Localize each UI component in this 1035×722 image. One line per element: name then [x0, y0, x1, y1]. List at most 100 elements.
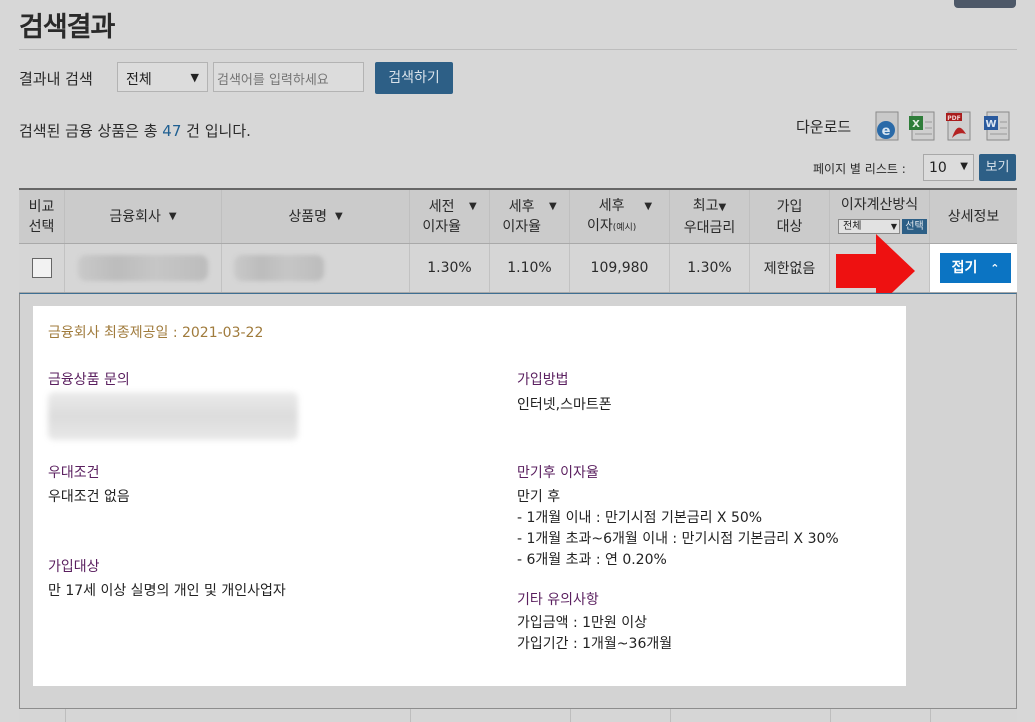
th-compare-line1: 비교 — [28, 198, 55, 215]
inquiry-title: 금융상품 문의 — [48, 372, 130, 388]
excel-icon[interactable]: X — [907, 110, 937, 144]
column-separator — [670, 709, 671, 722]
td-aftertax-rate: 1.10% — [490, 244, 570, 292]
notes-line: 가입금액 : 1만원 이상 — [517, 615, 648, 631]
page-title: 검색결과 — [19, 12, 115, 43]
per-page-value: 10 — [929, 160, 947, 176]
td-company — [65, 244, 222, 292]
th-interest-word: 이자 — [586, 217, 613, 234]
detail-card: 금융회사 최종제공일 : 2021-03-22 금융상품 문의 가입방법 인터넷… — [33, 306, 906, 686]
th-company[interactable]: 금융회사 ▼ — [65, 190, 222, 243]
th-detail: 상세정보 — [930, 190, 1017, 243]
inquiry-contact-redacted — [48, 392, 298, 440]
result-count-number: 47 — [162, 122, 182, 140]
th-target-line1: 가입 — [776, 198, 803, 215]
sort-down-icon: ▼ — [168, 210, 177, 222]
th-aftertax-line1: 세후 — [508, 198, 535, 215]
svg-text:PDF: PDF — [947, 115, 960, 122]
calc-method-button[interactable]: 선택 — [902, 219, 927, 234]
maturity-line: - 1개월 초과~6개월 이내 : 만기시점 기본금리 X 30% — [517, 531, 839, 547]
preferential-value: 우대조건 없음 — [48, 489, 130, 505]
search-scope-select[interactable]: 전체 ▼ — [117, 62, 208, 92]
fold-button-label: 접기 — [951, 260, 978, 276]
th-interest-note: (예시) — [612, 222, 637, 233]
column-separator — [65, 709, 66, 722]
sort-down-icon: ▼ — [468, 200, 477, 212]
th-aftertax-line2: 이자율 — [502, 218, 541, 235]
preferential-title: 우대조건 — [48, 465, 100, 481]
chevron-up-icon: ⌃ — [990, 262, 1000, 275]
th-max-line2: 우대금리 — [683, 219, 736, 236]
title-divider — [19, 49, 1017, 50]
word-icon[interactable]: W — [982, 110, 1012, 144]
provided-date: 금융회사 최종제공일 : 2021-03-22 — [48, 325, 264, 341]
notes-line: 가입기간 : 1개월~36개월 — [517, 636, 673, 652]
search-scope-value: 전체 — [126, 72, 152, 88]
result-count-suffix: 건 입니다. — [186, 122, 251, 140]
column-separator — [570, 709, 571, 722]
td-compare — [19, 244, 65, 292]
td-product — [222, 244, 410, 292]
th-product[interactable]: 상품명 ▼ — [222, 190, 410, 243]
th-target-line2: 대상 — [776, 218, 803, 235]
maturity-line: - 6개월 초과 : 연 0.20% — [517, 552, 667, 568]
th-aftertax-interest[interactable]: 세후 이자(예시) ▼ — [570, 190, 670, 243]
th-interest-text: 세후 이자(예시) — [587, 196, 636, 238]
td-max-rate: 1.30% — [670, 244, 750, 292]
th-target: 가입 대상 — [750, 190, 830, 243]
search-input[interactable] — [213, 62, 364, 92]
chevron-down-icon: ▼ — [960, 161, 968, 172]
per-page-select[interactable]: 10 ▼ — [923, 154, 974, 181]
compare-checkbox[interactable] — [31, 258, 52, 278]
th-compare-line2: 선택 — [28, 218, 55, 235]
chevron-down-icon: ▼ — [890, 222, 897, 231]
th-max-rate[interactable]: 최고▼ 우대금리 — [670, 190, 750, 243]
calc-method-select[interactable]: 전체 ▼ — [838, 219, 900, 234]
th-company-label: 금융회사 — [109, 208, 161, 225]
th-aftertax-text: 세후 이자율 — [502, 197, 541, 237]
svg-text:e: e — [882, 124, 891, 139]
svg-text:W: W — [985, 119, 996, 130]
th-calc-label: 이자계산방식 — [840, 197, 919, 213]
sort-down-icon: ▼ — [548, 200, 557, 212]
search-button[interactable]: 검색하기 — [375, 62, 453, 94]
th-max-line1-wrap: 최고▼ — [693, 196, 726, 218]
next-row-edge — [19, 709, 1017, 722]
td-aftertax-interest: 109,980 — [570, 244, 670, 292]
td-target: 제한없음 — [750, 244, 830, 292]
company-name-redacted — [78, 255, 208, 281]
fold-button[interactable]: 접기 ⌃ — [940, 253, 1011, 283]
sort-down-icon: ▼ — [718, 201, 727, 213]
result-count: 검색된 금융 상품은 총 47 건 입니다. — [19, 120, 251, 141]
th-pretax-rate[interactable]: 세전 이자율 ▼ — [410, 190, 490, 243]
td-pretax-rate: 1.30% — [410, 244, 490, 292]
th-compare: 비교 선택 — [19, 190, 65, 243]
notes-title: 기타 유의사항 — [517, 592, 599, 608]
view-button[interactable]: 보기 — [979, 154, 1016, 181]
th-interest-line1: 세후 — [598, 197, 625, 214]
download-label: 다운로드 — [796, 118, 852, 136]
column-separator — [830, 709, 831, 722]
chevron-down-icon: ▼ — [190, 71, 199, 84]
maturity-title: 만기후 이자율 — [517, 465, 599, 481]
th-pretax-text: 세전 이자율 — [422, 197, 461, 237]
product-name-redacted[interactable] — [234, 255, 324, 281]
th-detail-label: 상세정보 — [947, 208, 1000, 225]
sort-down-icon: ▼ — [644, 200, 653, 212]
column-separator — [930, 709, 931, 722]
th-product-label: 상품명 — [288, 208, 327, 225]
result-count-prefix: 검색된 금융 상품은 총 — [19, 122, 158, 140]
th-pretax-line1: 세전 — [428, 198, 455, 215]
th-aftertax-rate[interactable]: 세후 이자율 ▼ — [490, 190, 570, 243]
column-separator — [410, 709, 411, 722]
th-pretax-line2: 이자율 — [422, 218, 461, 235]
ie-icon[interactable]: e — [873, 110, 903, 144]
svg-text:X: X — [912, 119, 920, 130]
join-method-value: 인터넷,스마트폰 — [517, 397, 612, 413]
search-label: 결과내 검색 — [19, 70, 93, 88]
maturity-line: 만기 후 — [517, 489, 561, 505]
sort-down-icon: ▼ — [334, 210, 343, 222]
pdf-icon[interactable]: PDF — [944, 110, 974, 144]
th-interest-line2: 이자(예시) — [587, 216, 636, 238]
maturity-line: - 1개월 이내 : 만기시점 기본금리 X 50% — [517, 510, 763, 526]
